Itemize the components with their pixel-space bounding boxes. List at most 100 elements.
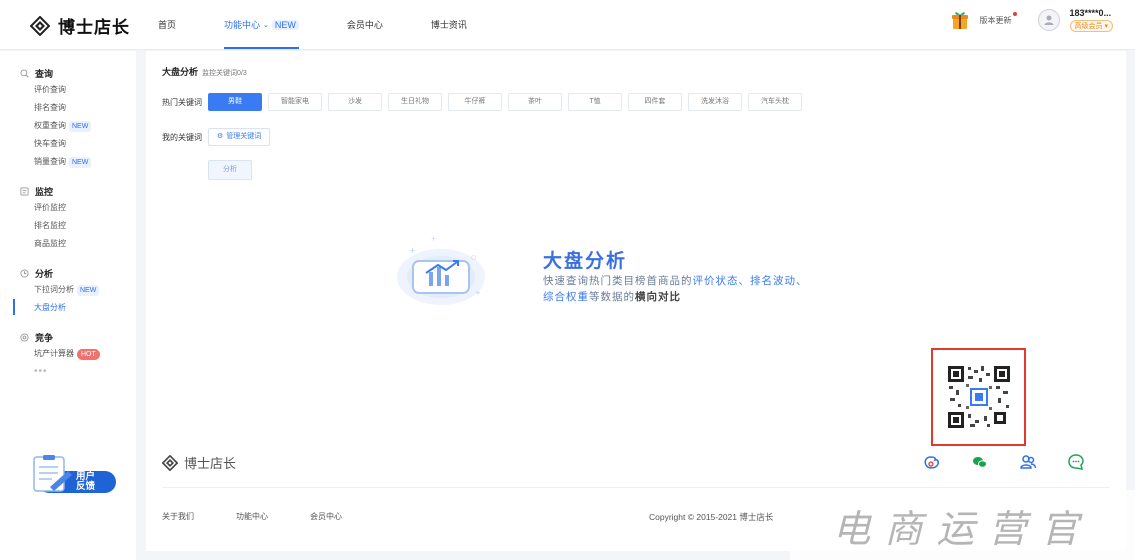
- sidebar-group-competition: 竞争 坑产计算器 HOT •••: [0, 329, 136, 381]
- gift-icon[interactable]: [950, 10, 970, 30]
- svg-text:○: ○: [471, 254, 476, 261]
- hero-desc-text: 快速查询热门类目榜首商品的: [543, 275, 693, 287]
- hero-desc-bold: 横向对比: [635, 291, 681, 303]
- sidebar-item-label: 坑产计算器: [34, 349, 74, 358]
- top-bar: 博士店长 首页 功能中心 ⌄ NEW 会员中心 博士资讯 版本更新 183***…: [0, 0, 1135, 50]
- nav-membership-label: 会员中心: [346, 20, 383, 30]
- nav-features[interactable]: 功能中心 ⌄ NEW: [224, 18, 299, 49]
- keyword-chip-tshirt[interactable]: T恤: [568, 93, 622, 111]
- feedback-button[interactable]: 用户 反馈: [32, 455, 118, 495]
- footer-link-about[interactable]: 关于我们: [162, 511, 194, 522]
- manage-keywords-label: 管理关键词: [226, 133, 262, 140]
- sidebar-item-label: 评价监控: [34, 203, 66, 212]
- feedback-label-line2: 反馈: [76, 481, 96, 492]
- sidebar-item-review-monitor[interactable]: 评价监控: [34, 199, 136, 217]
- avatar[interactable]: [1037, 9, 1060, 31]
- sidebar-item-label: 排名监控: [34, 221, 66, 230]
- sidebar-group-title-text: 竞争: [35, 332, 54, 343]
- footer-logo[interactable]: 博士店长: [162, 453, 236, 472]
- sidebar-item-weight-query[interactable]: 权重查询 NEW: [34, 117, 136, 135]
- hero-description-line1: 快速查询热门类目榜首商品的评价状态、排名波动、: [543, 273, 808, 289]
- user-block[interactable]: 183****0... 高级会员 ▾: [1069, 8, 1113, 32]
- sidebar-item-yield-calculator[interactable]: 坑产计算器 HOT: [34, 345, 136, 363]
- sidebar-item-express-query[interactable]: 快车查询: [34, 135, 136, 153]
- sidebar-item-sales-query[interactable]: 销量查询 NEW: [34, 153, 136, 171]
- nav-membership[interactable]: 会员中心: [347, 18, 383, 31]
- sidebar-group-analysis: 分析 下拉词分析 NEW 大盘分析: [0, 265, 136, 317]
- my-keywords-label: 我的关键词: [162, 133, 202, 142]
- chevron-down-icon: ⌄: [263, 21, 269, 29]
- page-header: 大盘分析 监控关键词0/3: [162, 65, 247, 78]
- sidebar-item-label: 评价查询: [34, 85, 66, 94]
- sidebar-item-label: 权重查询: [34, 121, 66, 130]
- sidebar-more[interactable]: •••: [34, 363, 136, 381]
- footer-links: 关于我们 功能中心 会员中心: [162, 511, 342, 522]
- qr-code-frame: [931, 348, 1026, 446]
- sidebar-group-title-text: 分析: [35, 268, 54, 279]
- svg-text:+: +: [475, 289, 481, 297]
- nav-home-label: 首页: [158, 20, 177, 30]
- hero-text: 大盘分析 快速查询热门类目榜首商品的评价状态、排名波动、 综合权重等数据的横向对…: [543, 246, 808, 305]
- keyword-chip-birthday-gift[interactable]: 生日礼物: [388, 93, 442, 111]
- keyword-chip-shampoo[interactable]: 洗发沐浴: [688, 93, 742, 111]
- market-analysis-illustration: + + ○ +: [397, 236, 485, 305]
- sidebar-item-rank-query[interactable]: 排名查询: [34, 99, 136, 117]
- sidebar-item-dropdown-analysis[interactable]: 下拉词分析 NEW: [34, 281, 136, 299]
- footer-link-membership[interactable]: 会员中心: [310, 511, 342, 522]
- user-name: 183****0...: [1069, 8, 1112, 18]
- more-dots: •••: [34, 366, 48, 377]
- wechat-icon[interactable]: [971, 453, 989, 471]
- analyze-button[interactable]: 分析: [208, 160, 252, 180]
- footer-link-features[interactable]: 功能中心: [236, 511, 268, 522]
- keyword-chip-car-headrest[interactable]: 汽车头枕: [748, 93, 802, 111]
- monitor-count: 监控关键词0/3: [202, 70, 247, 77]
- sidebar-group-title: 竞争: [20, 329, 136, 345]
- logo-icon: [30, 15, 50, 36]
- top-right: 版本更新 183****0... 高级会员 ▾: [950, 8, 1113, 32]
- sidebar-group-title-text: 查询: [35, 68, 54, 79]
- keyword-chip-sofa[interactable]: 沙发: [328, 93, 382, 111]
- sidebar-item-label: 大盘分析: [34, 303, 66, 312]
- clock-icon: [20, 268, 29, 278]
- sidebar-item-rank-monitor[interactable]: 排名监控: [34, 217, 136, 235]
- sidebar-group-query: 查询 评价查询 排名查询 权重查询 NEW 快车查询 销量查询 NEW: [0, 65, 136, 171]
- keyword-chip-smart-appliance[interactable]: 智能家电: [268, 93, 322, 111]
- chat-icon[interactable]: [1067, 453, 1085, 471]
- sidebar-group-title: 查询: [20, 65, 136, 81]
- footer-divider: [162, 487, 1110, 488]
- sidebar: 查询 评价查询 排名查询 权重查询 NEW 快车查询 销量查询 NEW 监控 评价监…: [0, 51, 136, 560]
- sidebar-item-review-query[interactable]: 评价查询: [34, 81, 136, 99]
- keyword-chip-jeans[interactable]: 牛仔裤: [448, 93, 502, 111]
- hero-desc-highlight: 综合权重: [543, 291, 589, 303]
- keyword-chip-bedding-set[interactable]: 四件套: [628, 93, 682, 111]
- weibo-icon[interactable]: [923, 453, 941, 471]
- keyword-chip-men-shoes[interactable]: 男鞋: [208, 93, 262, 111]
- monitor-icon: [20, 186, 29, 196]
- logo-icon: [162, 454, 178, 471]
- sidebar-group-monitor: 监控 评价监控 排名监控 商品监控: [0, 183, 136, 253]
- sidebar-item-market-analysis[interactable]: 大盘分析: [34, 299, 136, 317]
- manage-keywords-button[interactable]: ⚙ 管理关键词: [208, 128, 271, 146]
- logo-text: 博士店长: [58, 18, 130, 37]
- hot-keyword-list: 男鞋 智能家电 沙发 生日礼物 牛仔裤 茶叶 T恤 四件套 洗发沐浴 汽车头枕: [208, 93, 802, 111]
- version-update-link[interactable]: 版本更新: [980, 11, 1017, 26]
- feedback-label: 用户 反馈: [76, 472, 95, 492]
- sidebar-group-title: 分析: [20, 265, 136, 281]
- notification-dot: [1012, 11, 1017, 16]
- logo[interactable]: 博士店长: [30, 13, 130, 38]
- member-badge[interactable]: 高级会员 ▾: [1069, 20, 1113, 32]
- qr-code[interactable]: [945, 364, 1012, 430]
- sidebar-item-label: 商品监控: [34, 239, 66, 248]
- sidebar-item-product-monitor[interactable]: 商品监控: [34, 235, 136, 253]
- new-tag: NEW: [69, 156, 92, 168]
- watermark-text: 电商运营官: [832, 506, 1093, 551]
- nav-home[interactable]: 首页: [158, 18, 176, 31]
- gear-icon: ⚙: [217, 133, 224, 140]
- nav-news[interactable]: 博士资讯: [431, 18, 467, 31]
- users-icon[interactable]: [1019, 453, 1037, 471]
- svg-text:+: +: [431, 236, 436, 243]
- keyword-chip-tea[interactable]: 茶叶: [508, 93, 562, 111]
- hot-tag: HOT: [77, 348, 100, 360]
- watermark: 电商运营官: [790, 490, 1135, 560]
- footer-logo-text: 博士店长: [184, 456, 237, 471]
